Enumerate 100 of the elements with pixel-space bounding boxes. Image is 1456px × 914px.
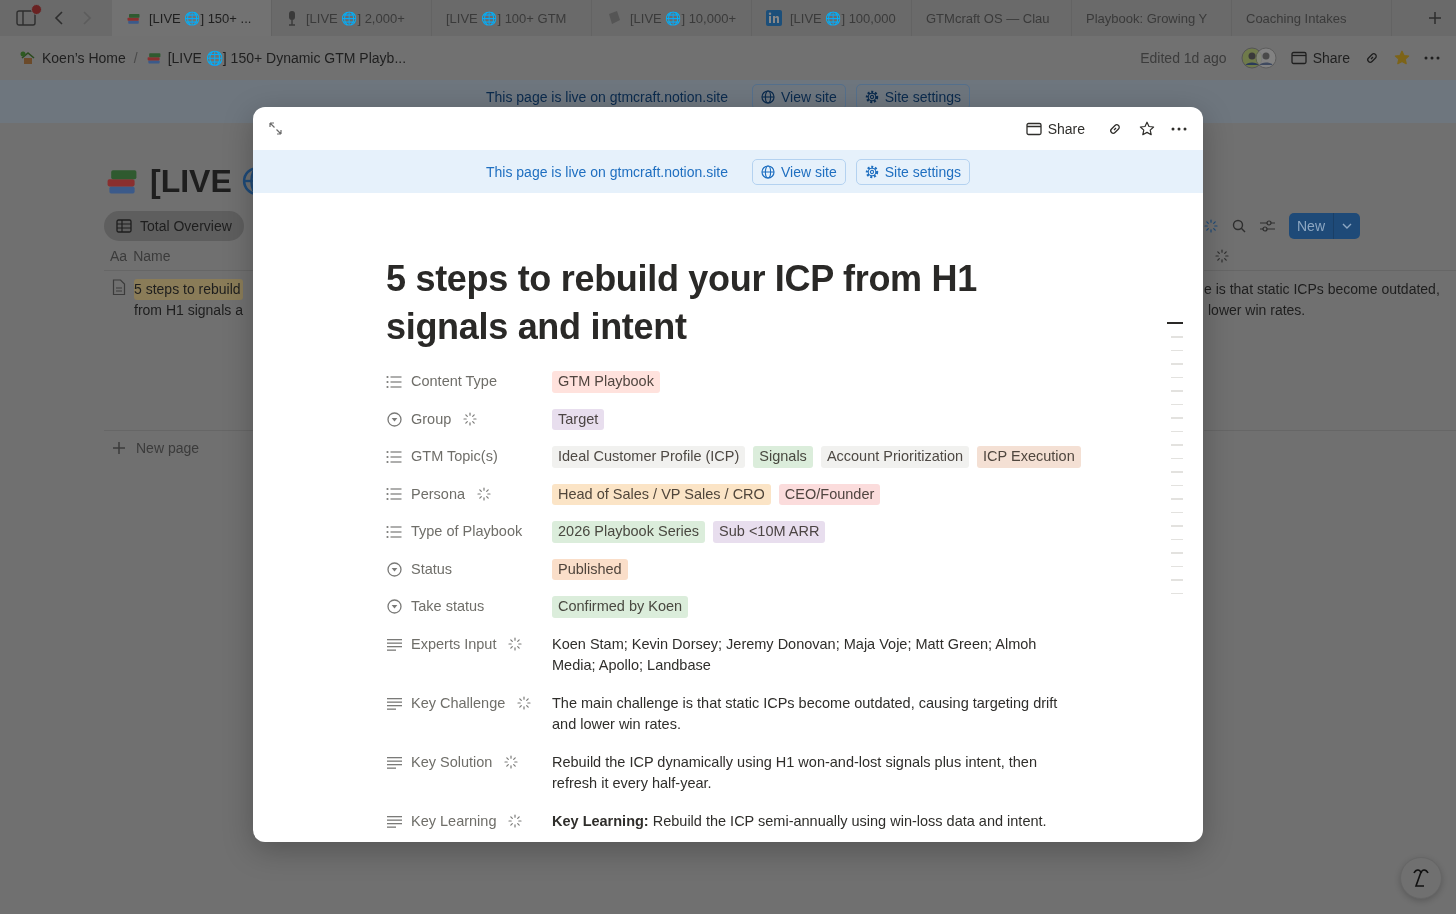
breadcrumb-link[interactable]: Koen’s Home [16,50,130,66]
breadcrumb-link[interactable]: [LIVE 🌐] 150+ Dynamic GTM Playb... [141,50,411,66]
share-button[interactable]: Share [1025,120,1085,137]
property-label[interactable]: Type of Playbook [411,521,523,543]
property-label[interactable]: GTM Topic(s) [411,446,498,468]
text-lines-icon [386,814,402,828]
property-label[interactable]: Status [411,558,453,580]
help-button[interactable] [1400,857,1442,899]
tag: Account Prioritization [820,446,970,468]
star-icon[interactable] [1139,120,1155,137]
view-tab[interactable]: Total Overview [104,211,244,241]
browser-tab[interactable]: [LIVE 🌐] 150+ ... [112,0,272,36]
outline-marker[interactable] [1171,511,1183,513]
site-settings-button[interactable]: Site settings [855,158,971,185]
property-label[interactable]: Experts Input [411,633,497,655]
linkedin-icon [766,10,782,26]
row-title[interactable]: from H1 signals a [134,300,243,321]
outline-marker[interactable] [1171,430,1183,432]
sparkle-icon[interactable] [1215,248,1229,263]
list-icon [386,524,402,539]
outline-marker[interactable] [1171,457,1183,459]
table-icon [116,219,132,233]
new-options-button[interactable] [1333,213,1360,239]
view-site-button[interactable]: View site [752,158,846,185]
outline-marker[interactable] [1171,471,1183,473]
outline-marker[interactable] [1171,525,1183,527]
property-label[interactable]: Key Challenge [411,692,506,714]
property-value[interactable]: Rebuild the ICP dynamically using H1 won-and-lost signals plus intent, then refresh it every half-year. [552,751,1082,795]
house-icon [20,50,36,66]
expand-icon[interactable] [269,122,282,135]
property-label[interactable]: Content Type [411,371,497,393]
outline-marker[interactable] [1171,538,1183,540]
outline-marker[interactable] [1171,363,1183,365]
new-tab-icon[interactable] [1428,11,1442,25]
property-label[interactable]: Key Learning [411,810,497,832]
outline-marker[interactable] [1171,349,1183,351]
sparkle-icon[interactable] [477,487,491,502]
tag: 2026 Playbook Series [552,521,706,543]
tag: Sub <10M ARR [713,521,826,543]
property-label[interactable]: Key Solution [411,751,493,773]
row-title[interactable]: 5 steps to rebuild [134,279,243,300]
outline-marker[interactable] [1171,444,1183,446]
tag: Signals [753,446,813,468]
sparkle-icon[interactable] [517,696,532,711]
tag: GTM Playbook [552,371,660,393]
tag: Ideal Customer Profile (ICP) [552,446,746,468]
table-cell-text: e is that static ICPs become outdated, [1204,280,1441,299]
sparkle-icon[interactable] [504,755,519,770]
page-title: 5 steps to rebuild your ICP from H1 signals and intent [386,257,978,349]
plus-icon[interactable] [112,441,126,455]
sparkle-icon[interactable] [463,412,478,427]
text-lines-icon [386,755,402,769]
outline-marker[interactable] [1171,336,1183,338]
sparkle-icon[interactable] [1204,219,1218,233]
table-cell-text: lower win rates. [1207,301,1307,320]
property-label[interactable]: Take status [411,596,485,618]
property-value[interactable]: The main challenge is that static ICPs become outdated, causing targeting drift and lower win rates. [552,692,1082,736]
new-button[interactable]: New [1289,213,1333,239]
gear-icon [864,89,879,104]
tag: Head of Sales / VP Sales / CRO [552,483,771,505]
live-site-notice: This page is live on gtmcraft.notion.site [485,88,728,105]
property-value[interactable]: Key Learning: Rebuild the ICP semi-annually using win-loss data and intent. [552,810,1047,832]
window-icon [1025,121,1042,136]
dropdown-circle-icon [386,561,402,577]
search-icon[interactable] [1232,219,1246,233]
list-icon [386,487,402,502]
gear-icon [864,164,879,179]
tag: CEO/Founder [778,483,881,505]
share-button[interactable]: Share [1290,50,1350,66]
outline-marker[interactable] [1171,565,1183,567]
sparkle-icon[interactable] [508,637,523,652]
page-title: [LIVE [150,162,232,200]
outline-marker[interactable] [1171,592,1183,594]
avatar [1254,47,1277,69]
list-icon [386,374,402,389]
outline-marker[interactable] [1171,390,1183,392]
property-value[interactable]: Koen Stam; Kevin Dorsey; Jeremy Donovan; Maja Voje; Matt Green; Almoh Media; Apollo; Landbase [552,633,1082,677]
sliders-icon[interactable] [1260,220,1275,232]
property-label[interactable]: Persona [411,483,465,505]
sparkle-icon[interactable] [508,814,523,829]
outline-marker[interactable] [1167,322,1183,324]
tag: ICP Execution [977,446,1081,468]
outline-marker[interactable] [1171,417,1183,419]
outline-marker[interactable] [1171,498,1183,500]
outline-marker[interactable] [1171,484,1183,486]
outline-marker[interactable] [1171,552,1183,554]
more-icon[interactable] [1171,126,1187,131]
outline-marker[interactable] [1171,579,1183,581]
caret-icon[interactable] [1342,223,1352,229]
breadcrumb-separator: / [133,50,138,66]
outline-marker[interactable] [1171,403,1183,405]
outline-marker[interactable] [1171,376,1183,378]
text-lines-icon [386,637,402,651]
star-icon[interactable] [1394,50,1410,66]
tag: Confirmed by Koen [552,596,689,618]
document-icon [112,279,126,296]
window-icon [1290,51,1307,65]
property-label[interactable]: Group [411,408,452,430]
text-lines-icon [386,696,402,710]
dropdown-circle-icon [386,599,402,615]
